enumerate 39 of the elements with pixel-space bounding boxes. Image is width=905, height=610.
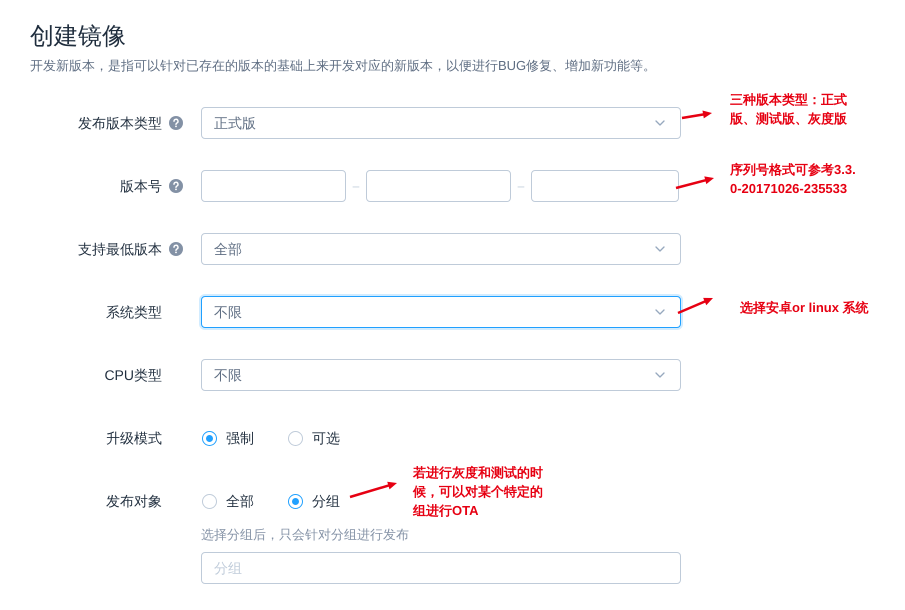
radio-button[interactable] [288, 494, 303, 508]
field-label: 版本号 [120, 176, 162, 196]
help-icon[interactable] [169, 116, 183, 130]
annotation-note: 若进行灰度和测试的时候，可以对某个特定的组进行OTA [413, 464, 544, 520]
group-input[interactable]: 分组 [201, 552, 681, 584]
page-description: 开发新版本，是指可以针对已存在的版本的基础上来开发对应的新版本，以便进行BUG修复、增加新功能等。 [30, 57, 658, 75]
help-icon[interactable] [169, 242, 183, 256]
version-input[interactable] [531, 170, 679, 202]
select-value: 不限 [214, 302, 242, 322]
radio-button[interactable] [288, 430, 303, 446]
help-icon[interactable] [169, 179, 183, 193]
field-label: 系统类型 [106, 302, 162, 322]
dash-separator: – [352, 178, 360, 195]
dash-separator: – [516, 178, 526, 195]
field-label: 发布对象 [106, 492, 162, 510]
version-input[interactable] [201, 170, 346, 202]
hint-text: 选择分组后，只会针对分组进行发布 [201, 526, 410, 544]
select-field[interactable]: 全部 [201, 233, 681, 265]
annotation-note: 三种版本类型：正式版、测试版、灰度版 [730, 91, 848, 128]
radio-option[interactable]: 强制 [202, 428, 254, 448]
radio-option[interactable]: 全部 [202, 490, 254, 512]
radio-option[interactable]: 分组 [288, 490, 340, 512]
annotation-note: 序列号格式可参考3.3.0-20171026-235533 [730, 161, 857, 198]
field-label: 升级模式 [106, 428, 162, 448]
field-label: CPU类型 [104, 366, 162, 384]
field-label: 发布版本类型 [78, 114, 162, 132]
field-label: 支持最低版本 [78, 240, 162, 258]
select-value: 正式版 [214, 114, 256, 132]
select-field[interactable]: 正式版 [201, 107, 681, 139]
annotation-note: 选择安卓or linux 系统 [740, 299, 870, 317]
radio-option[interactable]: 可选 [288, 428, 340, 448]
select-field[interactable]: 不限 [201, 296, 681, 328]
version-input[interactable] [366, 170, 511, 202]
radio-button[interactable] [202, 430, 217, 446]
select-value: 全部 [214, 240, 242, 258]
select-field[interactable]: 不限 [201, 359, 681, 391]
select-value: 不限 [214, 366, 242, 384]
page-title: 创建镜像 [30, 22, 127, 52]
radio-button[interactable] [202, 494, 217, 508]
